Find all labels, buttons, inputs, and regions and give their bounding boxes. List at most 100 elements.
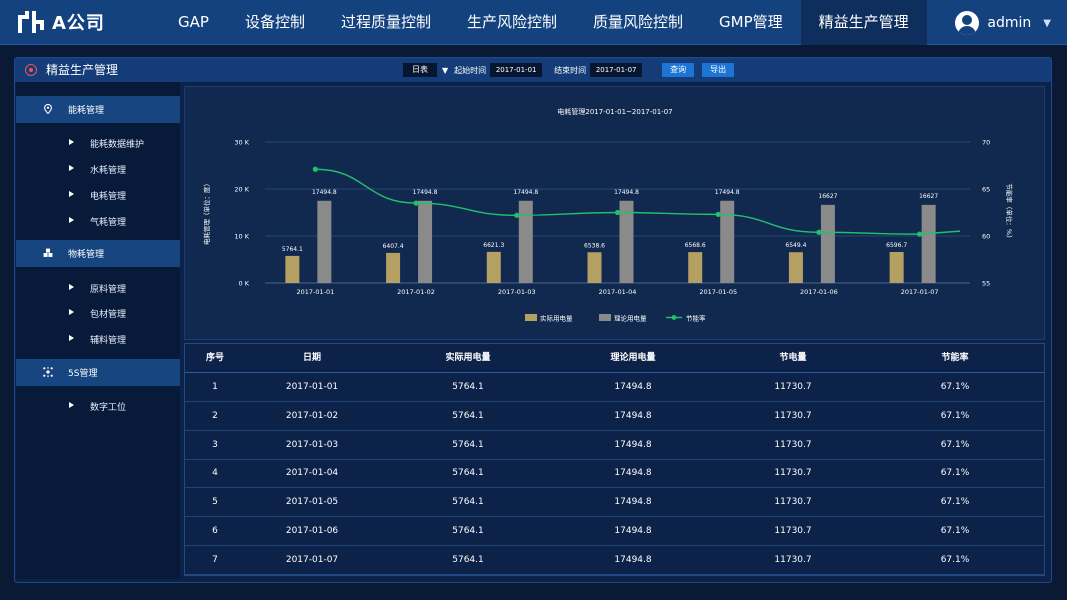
table-cell: 11730.7 (774, 526, 812, 536)
table-cell: 17494.8 (614, 382, 652, 392)
y-tick-label: 0 K (239, 280, 250, 288)
sidebar-item-auxiliary[interactable]: 辅料管理 (16, 331, 180, 349)
caret-right-icon (69, 335, 74, 341)
table-cell: 11730.7 (774, 468, 812, 479)
user-menu[interactable]: admin ▼ (955, 10, 1051, 36)
main-nav: GAP 设备控制 过程质量控制 生产风险控制 质量风险控制 GMP管理 精益生产… (160, 0, 927, 45)
bar-actual-label: 6596.7 (886, 242, 907, 249)
nav-item-gap[interactable]: GAP (160, 0, 227, 45)
bar-theoretical (921, 204, 936, 283)
data-table: 序号 日期 实际用电量 理论用电量 节电量 节能率 1 2017-01-01 5764.1 174… (184, 343, 1045, 576)
sidebar-item-raw-material[interactable]: 原料管理 (16, 280, 180, 298)
legend-point (671, 315, 677, 320)
sidebar-item-energy-data[interactable]: 能耗数据维护 (16, 135, 180, 153)
table-cell: 4 (212, 468, 218, 479)
table-cell: 67.1% (940, 439, 970, 450)
sidebar-item-electricity[interactable]: 电耗管理 (16, 187, 180, 205)
energy-chart: 电耗管理2017-01-01~2017-01-07 0 K 10 K 20 K 30 K… (202, 107, 1014, 323)
table-cell: 11730.7 (774, 382, 812, 392)
bar-actual-label: 6568.6 (685, 242, 706, 249)
query-button[interactable]: 查询 (662, 63, 695, 77)
table-row[interactable]: 1 2017-01-01 5764.1 17494.8 11730.7 67.1% (185, 373, 1044, 402)
legend-label: 实际用电量 (540, 314, 573, 323)
end-date-input[interactable]: 2017-01-07 (590, 63, 643, 77)
sidebar-group-energy[interactable]: 能耗管理 (16, 96, 180, 123)
panel-title: 精益生产管理 (46, 63, 119, 77)
chevron-down-icon[interactable]: ▼ (1043, 18, 1051, 29)
table-cell: 67.1% (940, 554, 970, 565)
bar-theoretical-label: 16627 (818, 193, 837, 200)
sidebar-group-materials[interactable]: 物耗管理 (16, 240, 180, 267)
sidebar-item-packaging[interactable]: 包材管理 (16, 305, 180, 323)
table-row[interactable]: 5 2017-01-05 5764.1 17494.8 11730.7 67.1% (185, 488, 1044, 518)
line-point (514, 212, 520, 218)
end-date-label: 结束时间 (554, 65, 587, 75)
sidebar-item-gas[interactable]: 气耗管理 (16, 213, 180, 231)
avatar[interactable] (955, 11, 980, 35)
nav-item-quality-risk[interactable]: 质量风险控制 (575, 0, 701, 45)
table-row[interactable]: 7 2017-01-07 5764.1 17494.8 11730.7 67.1% (185, 546, 1044, 575)
table-cell: 5764.1 (452, 410, 484, 421)
user-name[interactable]: admin (987, 15, 1031, 31)
bar-theoretical-label: 17494.8 (614, 189, 639, 196)
y-tick-label: 10 K (234, 233, 249, 241)
sidebar-group-label: 物耗管理 (68, 250, 105, 260)
x-tick-label: 2017-01-05 (699, 288, 737, 296)
bar-actual (386, 252, 401, 283)
table-cell: 17494.8 (614, 439, 652, 450)
table-cell: 1 (212, 382, 218, 392)
sidebar-group-5s[interactable]: 5S管理 (16, 359, 180, 386)
table-cell: 5764.1 (452, 554, 484, 565)
nav-item-production-risk[interactable]: 生产风险控制 (449, 0, 575, 45)
table-cell: 5764.1 (452, 526, 484, 536)
nav-item-gmp[interactable]: GMP管理 (701, 0, 801, 45)
table-cell: 6 (212, 526, 218, 536)
record-icon (25, 63, 37, 76)
line-point (614, 209, 621, 216)
table-cell: 11730.7 (774, 554, 812, 565)
bar-actual-label: 6549.4 (785, 242, 806, 249)
y2-tick-label: 70 (982, 139, 990, 147)
nav-item-equipment-control[interactable]: 设备控制 (227, 0, 323, 45)
start-date-input[interactable]: 2017-01-01 (490, 63, 543, 77)
sidebar-item-digital-workstation[interactable]: 数字工位 (16, 398, 180, 416)
legend-label: 理论用电量 (614, 314, 647, 323)
table-cell: 5764.1 (452, 468, 484, 479)
start-date-label: 起始时间 (454, 65, 487, 75)
sidebar-item-label: 电耗管理 (90, 192, 127, 202)
bar-theoretical (518, 200, 533, 283)
table-row[interactable]: 6 2017-01-06 5764.1 17494.8 11730.7 67.1% (185, 517, 1044, 546)
table-cell: 5 (212, 497, 218, 508)
table-cell: 67.1% (940, 382, 970, 392)
bar-theoretical (720, 200, 735, 283)
table-cell: 5764.1 (452, 497, 484, 508)
bar-theoretical-label: 17494.8 (513, 189, 538, 196)
nav-item-lean-production[interactable]: 精益生产管理 (800, 0, 927, 45)
table-cell: 67.1% (940, 497, 970, 508)
export-button[interactable]: 导出 (702, 63, 735, 77)
sidebar-item-label: 水耗管理 (90, 166, 127, 176)
table-header-cell: 序号 (205, 353, 224, 363)
table-cell: 2017-01-07 (285, 554, 339, 565)
period-select[interactable]: 日表 (403, 63, 437, 77)
bar-theoretical-label: 17494.8 (312, 189, 337, 196)
table-cell: 2 (212, 410, 218, 421)
line-point (715, 211, 721, 217)
table-cell: 11730.7 (774, 410, 812, 421)
table-row[interactable]: 2 2017-01-02 5764.1 17494.8 11730.7 67.1% (185, 402, 1044, 431)
bar-actual (889, 251, 904, 283)
chevron-down-icon[interactable]: ▼ (442, 66, 448, 75)
sidebar-item-water[interactable]: 水耗管理 (16, 161, 180, 179)
y2-tick-label: 55 (982, 280, 990, 288)
nav-item-process-quality[interactable]: 过程质量控制 (323, 0, 449, 45)
table-row[interactable]: 3 2017-01-03 5764.1 17494.8 11730.7 67.1% (185, 431, 1044, 460)
y2-tick-label: 60 (982, 233, 990, 241)
table-header-cell: 节电量 (779, 353, 807, 363)
cubes-icon (43, 248, 53, 257)
company-logo[interactable]: A公司 (18, 9, 105, 35)
caret-right-icon (69, 309, 74, 315)
table-cell: 2017-01-06 (285, 526, 339, 536)
table-cell: 2017-01-04 (285, 468, 339, 479)
table-cell: 5764.1 (452, 382, 484, 392)
table-row[interactable]: 4 2017-01-04 5764.1 17494.8 11730.7 67.1% (185, 459, 1044, 489)
